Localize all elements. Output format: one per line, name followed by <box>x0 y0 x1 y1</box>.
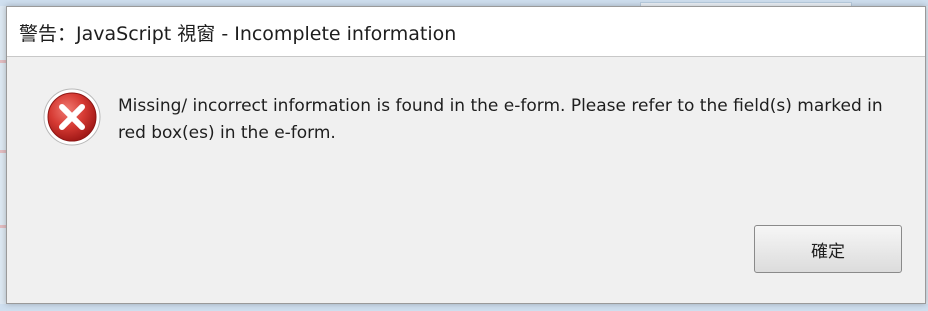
alert-dialog: 警告：JavaScript 視窗 - Incomplete informatio… <box>6 6 926 304</box>
background-strip <box>0 304 928 311</box>
ok-button-label: 確定 <box>811 241 845 262</box>
dialog-title: 警告：JavaScript 視窗 - Incomplete informatio… <box>19 23 457 45</box>
ok-button[interactable]: 確定 <box>754 225 902 273</box>
dialog-title-bar[interactable]: 警告：JavaScript 視窗 - Incomplete informatio… <box>7 7 925 57</box>
error-icon <box>42 87 102 147</box>
dialog-message: Missing/ incorrect information is found … <box>118 96 883 143</box>
dialog-content: Missing/ incorrect information is found … <box>7 57 925 303</box>
